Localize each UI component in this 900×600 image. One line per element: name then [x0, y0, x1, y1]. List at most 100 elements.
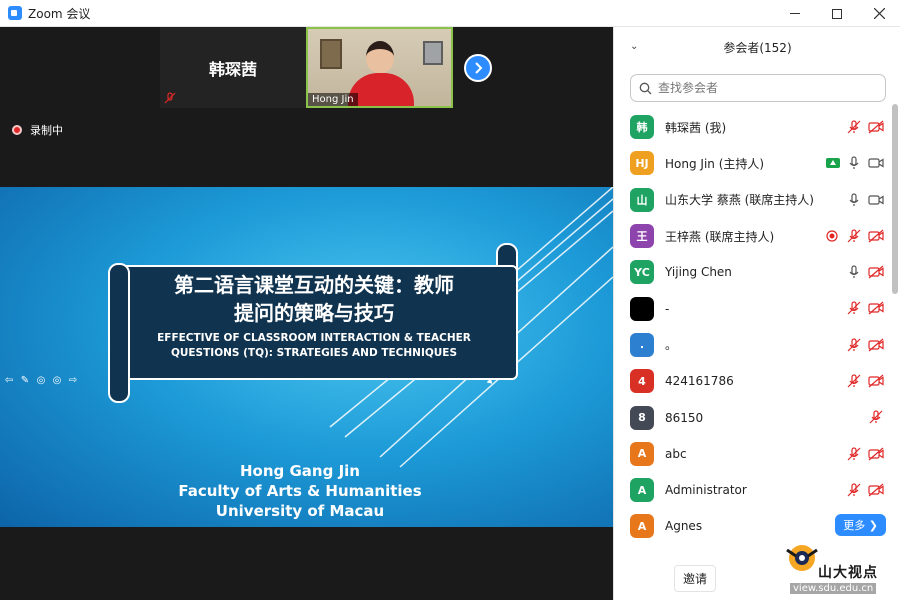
record-icon[interactable]	[824, 228, 840, 244]
avatar: .	[630, 332, 654, 357]
participant-row[interactable]: YC Yijing Chen	[614, 254, 890, 290]
participant-status-icons	[824, 218, 884, 254]
slide-title-chinese: 第二语言课堂互动的关键：教师 提问的策略与技巧	[124, 271, 504, 327]
slide-title-cn-line1: 第二语言课堂互动的关键：教师	[174, 273, 454, 297]
slide-navigation: ⇦ ✎ ◎ ◎ ⇨	[2, 375, 80, 387]
participant-video-strip: 韩琛茜 Hong Jin 录制中	[0, 27, 613, 167]
participant-status-icons	[826, 145, 884, 181]
participant-list-scrollbar[interactable]	[892, 102, 898, 552]
participant-status-icons	[846, 436, 884, 472]
participants-panel: ⌄ 参会者(152) 韩韩琛茜 (我) HJ Hong Jin (主持人) 山山东大学…	[613, 27, 900, 600]
recording-indicator[interactable]: 录制中	[12, 122, 63, 138]
avatar: 8	[630, 405, 654, 430]
participant-row[interactable]: 8 86150	[614, 399, 890, 435]
participant-row[interactable]: 4 424161786	[614, 363, 890, 399]
mic-muted-icon[interactable]	[846, 119, 862, 135]
video-off-icon[interactable]	[868, 482, 884, 498]
participant-status-icons	[846, 472, 884, 508]
avatar: YC	[630, 260, 654, 285]
participant-status-icons	[846, 182, 884, 218]
tile-participant-name: 韩琛茜	[208, 59, 257, 79]
avatar: 山	[630, 187, 654, 212]
mic-muted-icon[interactable]	[868, 409, 884, 425]
pen-icon[interactable]: ✎	[18, 375, 32, 387]
participant-status-icons	[846, 109, 884, 145]
video-icon[interactable]	[868, 155, 884, 171]
participant-row[interactable]: HJ Hong Jin (主持人)	[614, 145, 890, 181]
maximize-button[interactable]	[816, 0, 858, 27]
prev-slide-icon[interactable]: ⇦	[2, 375, 16, 387]
more-button[interactable]: 更多 ❯	[835, 514, 886, 537]
chevron-right-icon	[475, 62, 483, 74]
video-off-icon[interactable]	[868, 337, 884, 353]
mic-muted-icon[interactable]	[846, 446, 862, 462]
sdu-watermark-logo: 山大视点 view.sdu.edu.cn	[778, 538, 900, 600]
participant-name: 424161786	[665, 374, 734, 389]
window-title: Zoom 会议	[28, 6, 91, 21]
mic-icon[interactable]	[846, 192, 862, 208]
mic-muted-icon[interactable]	[846, 300, 862, 316]
participant-name: Yijing Chen	[665, 265, 732, 280]
scrollbar-thumb[interactable]	[892, 104, 898, 294]
participant-row[interactable]: -	[614, 290, 890, 326]
participant-search[interactable]	[630, 74, 886, 102]
participant-status-icons	[846, 363, 884, 399]
next-slide-icon[interactable]: ⇨	[66, 375, 80, 387]
mic-icon[interactable]	[846, 264, 862, 280]
participant-name: abc	[665, 446, 687, 461]
close-button[interactable]	[858, 0, 900, 27]
participant-row[interactable]: 王王梓燕 (联席主持人)	[614, 218, 890, 254]
participant-row[interactable]: 韩韩琛茜 (我)	[614, 109, 890, 145]
watermark-subtitle: view.sdu.edu.cn	[790, 583, 877, 594]
invite-button[interactable]: 邀请	[674, 564, 717, 592]
video-off-icon[interactable]	[868, 119, 884, 135]
window-controls	[774, 0, 900, 27]
slide-title-en-line1: EFFECTIVE OF CLASSROOM INTERACTION & TEA…	[157, 332, 471, 344]
participant-row[interactable]: 山山东大学 蔡燕 (联席主持人)	[614, 182, 890, 218]
next-page-button[interactable]	[464, 54, 492, 82]
avatar: A	[630, 441, 654, 466]
close-icon	[873, 8, 885, 19]
slide-menu-icon[interactable]: ◎	[34, 375, 48, 387]
share-screen-icon[interactable]	[826, 158, 840, 169]
minimize-icon	[790, 13, 800, 14]
mic-muted-icon[interactable]	[846, 373, 862, 389]
video-off-icon[interactable]	[868, 264, 884, 280]
avatar: 韩	[630, 115, 654, 140]
mic-muted-icon[interactable]	[846, 228, 862, 244]
mic-icon[interactable]	[846, 155, 862, 171]
mic-muted-icon[interactable]	[846, 337, 862, 353]
speaker-head	[366, 41, 394, 73]
video-off-icon[interactable]	[868, 300, 884, 316]
video-off-icon[interactable]	[868, 228, 884, 244]
title-bar: Zoom 会议	[0, 0, 900, 27]
mic-muted-icon[interactable]	[846, 482, 862, 498]
video-tile-name-only[interactable]: 韩琛茜	[160, 27, 306, 108]
avatar	[630, 296, 654, 321]
participant-status-icons	[846, 327, 884, 363]
participant-row[interactable]: A Administrator	[614, 472, 890, 508]
video-icon[interactable]	[868, 192, 884, 208]
zoom-slide-icon[interactable]: ◎	[50, 375, 64, 387]
participants-header: ⌄ 参会者(152)	[614, 27, 900, 67]
shared-slide: 第二语言课堂互动的关键：教师 提问的策略与技巧 EFFECTIVE OF CLA…	[0, 187, 613, 527]
avatar: A	[630, 478, 654, 503]
participant-row[interactable]: Aabc	[614, 436, 890, 472]
author-university: University of Macau	[215, 502, 385, 520]
chevron-down-icon[interactable]: ⌄	[630, 41, 638, 52]
video-off-icon[interactable]	[868, 446, 884, 462]
minimize-button[interactable]	[774, 0, 816, 27]
participant-list: 韩韩琛茜 (我) HJ Hong Jin (主持人) 山山东大学 蔡燕 (联席主持人)…	[614, 109, 890, 549]
video-off-icon[interactable]	[868, 373, 884, 389]
search-input[interactable]	[658, 81, 878, 95]
slide-title-english: EFFECTIVE OF CLASSROOM INTERACTION & TEA…	[124, 331, 504, 361]
participant-row[interactable]: .。	[614, 327, 890, 363]
participant-status-icons	[846, 290, 884, 326]
participant-name: 韩琛茜 (我)	[665, 120, 727, 135]
participants-title: 参会者(152)	[723, 40, 792, 55]
participant-name: Administrator	[665, 483, 747, 498]
video-tile-speaker[interactable]: Hong Jin	[306, 27, 453, 108]
author-name: Hong Gang Jin	[240, 462, 360, 480]
slide-title-cn-line2: 提问的策略与技巧	[234, 301, 394, 325]
mic-muted-icon	[164, 92, 176, 104]
